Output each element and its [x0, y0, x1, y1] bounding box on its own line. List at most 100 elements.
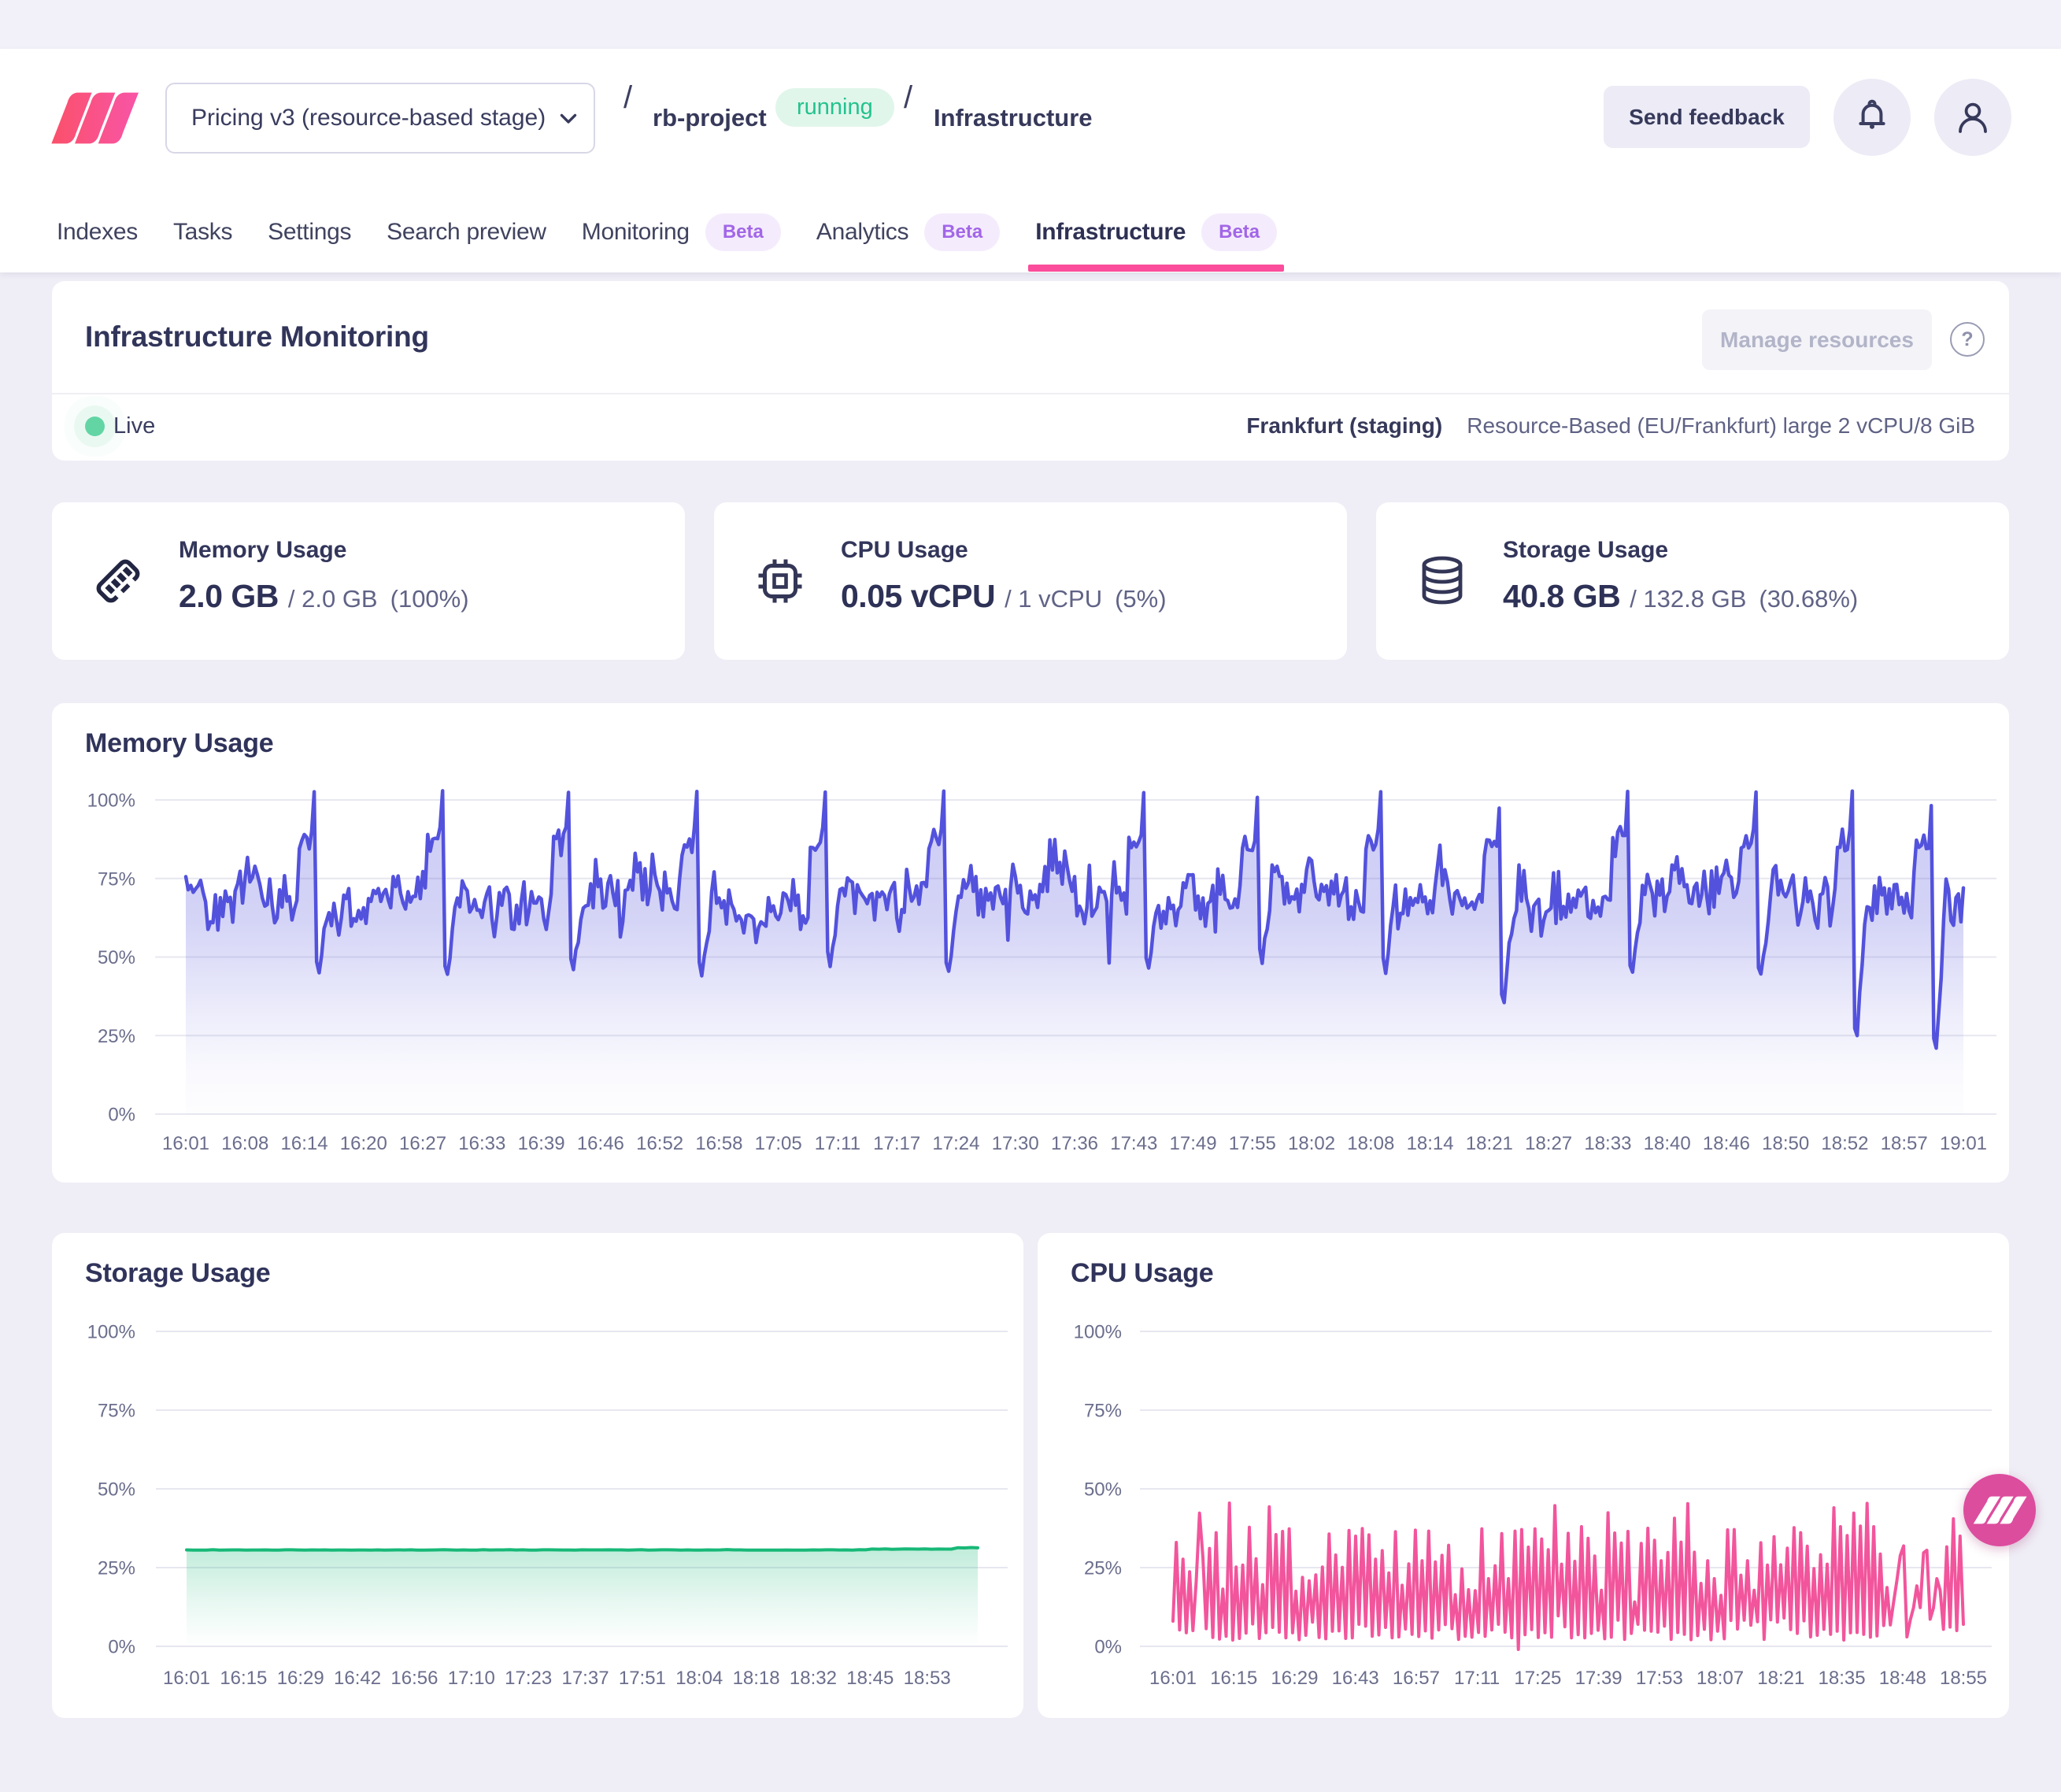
stat-total: / 1 vCPU	[1005, 585, 1102, 613]
svg-text:17:39: 17:39	[1575, 1668, 1623, 1689]
chevron-down-icon	[555, 105, 582, 131]
svg-text:18:33: 18:33	[1584, 1133, 1631, 1154]
beta-badge: Beta	[705, 213, 781, 251]
svg-text:17:10: 17:10	[448, 1668, 495, 1689]
stat-percent: (30.68%)	[1759, 585, 1858, 613]
svg-text:18:40: 18:40	[1644, 1133, 1691, 1154]
svg-text:18:57: 18:57	[1881, 1133, 1928, 1154]
infrastructure-monitoring-panel: Infrastructure Monitoring Manage resourc…	[52, 281, 2009, 461]
svg-text:18:14: 18:14	[1407, 1133, 1454, 1154]
svg-text:17:05: 17:05	[755, 1133, 802, 1154]
send-feedback-button[interactable]: Send feedback	[1604, 86, 1810, 148]
project-selector-value: Pricing v3 (resource-based stage)	[191, 105, 546, 131]
svg-text:17:53: 17:53	[1636, 1668, 1683, 1689]
stat-value: 0.05 vCPU	[841, 578, 995, 615]
svg-text:17:37: 17:37	[561, 1668, 609, 1689]
svg-text:0%: 0%	[108, 1105, 135, 1126]
svg-text:16:20: 16:20	[340, 1133, 387, 1154]
svg-text:16:29: 16:29	[1271, 1668, 1318, 1689]
svg-text:17:43: 17:43	[1110, 1133, 1157, 1154]
svg-text:17:51: 17:51	[619, 1668, 666, 1689]
storage-usage-stat-card: Storage Usage 40.8 GB / 132.8 GB (30.68%…	[1376, 502, 2009, 660]
status-badge: running	[775, 88, 894, 127]
svg-text:19:01: 19:01	[1940, 1133, 1987, 1154]
tab-analytics[interactable]: AnalyticsBeta	[816, 206, 1000, 272]
svg-text:16:33: 16:33	[458, 1133, 505, 1154]
svg-text:18:02: 18:02	[1288, 1133, 1335, 1154]
cpu-usage-chart-card: CPU Usage 100%75%50%25%0%16:0116:1516:29…	[1038, 1233, 2009, 1718]
manage-resources-button[interactable]: Manage resources	[1702, 309, 1932, 370]
page-title: Infrastructure Monitoring	[85, 320, 429, 354]
svg-text:17:24: 17:24	[932, 1133, 979, 1154]
stat-value: 2.0 GB	[179, 578, 279, 615]
project-selector[interactable]: Pricing v3 (resource-based stage)	[165, 83, 595, 154]
tab-bar: Indexes Tasks Settings Search preview Mo…	[57, 206, 1312, 272]
cpu-usage-stat-card: CPU Usage 0.05 vCPU / 1 vCPU (5%)	[714, 502, 1347, 660]
svg-text:17:17: 17:17	[873, 1133, 920, 1154]
tab-tasks[interactable]: Tasks	[173, 206, 232, 272]
tab-settings[interactable]: Settings	[268, 206, 351, 272]
svg-text:25%: 25%	[98, 1026, 135, 1047]
svg-text:18:04: 18:04	[675, 1668, 723, 1689]
stat-value: 40.8 GB	[1503, 578, 1620, 615]
svg-text:100%: 100%	[1074, 1322, 1122, 1343]
stat-percent: (5%)	[1115, 585, 1166, 613]
svg-text:100%: 100%	[87, 1322, 135, 1343]
memory-usage-chart-card: Memory Usage 100%75%50%25%0%16:0116:0816…	[52, 703, 2009, 1183]
cpu-icon	[753, 554, 807, 608]
cpu-usage-chart: 100%75%50%25%0%16:0116:1516:2916:4316:57…	[1038, 1233, 2009, 1718]
tab-indexes[interactable]: Indexes	[57, 206, 138, 272]
meilisearch-logo-icon	[50, 92, 139, 144]
svg-text:18:35: 18:35	[1819, 1668, 1866, 1689]
svg-text:16:15: 16:15	[1210, 1668, 1257, 1689]
tab-infrastructure[interactable]: InfrastructureBeta	[1035, 206, 1277, 272]
svg-text:100%: 100%	[87, 790, 135, 812]
beta-badge: Beta	[1201, 213, 1277, 251]
svg-text:18:52: 18:52	[1821, 1133, 1868, 1154]
chat-launcher-button[interactable]	[1963, 1474, 2036, 1546]
svg-text:17:11: 17:11	[1454, 1668, 1500, 1689]
svg-text:16:01: 16:01	[163, 1668, 210, 1689]
stat-total: / 2.0 GB	[288, 585, 378, 613]
stat-percent: (100%)	[390, 585, 469, 613]
account-button[interactable]	[1934, 79, 2011, 156]
svg-text:50%: 50%	[98, 1479, 135, 1501]
breadcrumb-project[interactable]: rb-project	[653, 104, 767, 132]
svg-text:16:43: 16:43	[1332, 1668, 1379, 1689]
stat-title: CPU Usage	[841, 537, 1167, 564]
top-strip	[0, 0, 2061, 49]
tab-monitoring[interactable]: MonitoringBeta	[582, 206, 781, 272]
svg-text:17:49: 17:49	[1170, 1133, 1217, 1154]
svg-text:16:56: 16:56	[390, 1668, 438, 1689]
svg-text:16:08: 16:08	[221, 1133, 268, 1154]
live-status-row: Live Frankfurt (staging) Resource-Based …	[52, 393, 2009, 461]
svg-text:17:55: 17:55	[1229, 1133, 1276, 1154]
plan-label: Resource-Based (EU/Frankfurt) large 2 vC…	[1467, 413, 1975, 439]
region-label: Frankfurt (staging)	[1246, 413, 1442, 439]
tab-search-preview[interactable]: Search preview	[387, 206, 546, 272]
help-icon[interactable]: ?	[1950, 322, 1985, 357]
breadcrumb-page: Infrastructure	[934, 104, 1093, 132]
stat-title: Storage Usage	[1503, 537, 1858, 564]
svg-text:18:48: 18:48	[1879, 1668, 1926, 1689]
svg-text:18:07: 18:07	[1697, 1668, 1744, 1689]
svg-text:18:21: 18:21	[1466, 1133, 1513, 1154]
bell-icon	[1853, 98, 1891, 136]
stat-total: / 132.8 GB	[1630, 585, 1746, 613]
svg-text:0%: 0%	[1094, 1637, 1122, 1658]
logo[interactable]	[50, 92, 139, 148]
svg-text:18:27: 18:27	[1525, 1133, 1572, 1154]
svg-text:16:39: 16:39	[518, 1133, 565, 1154]
svg-text:18:55: 18:55	[1940, 1668, 1987, 1689]
svg-text:16:57: 16:57	[1393, 1668, 1440, 1689]
svg-text:17:30: 17:30	[992, 1133, 1039, 1154]
svg-text:0%: 0%	[108, 1637, 135, 1658]
breadcrumb-separator: /	[904, 80, 912, 116]
svg-text:16:15: 16:15	[220, 1668, 267, 1689]
svg-text:16:58: 16:58	[695, 1133, 742, 1154]
live-status-label: Live	[113, 413, 155, 439]
svg-text:75%: 75%	[1084, 1401, 1122, 1422]
storage-usage-chart: 100%75%50%25%0%16:0116:1516:2916:4216:56…	[52, 1233, 1023, 1718]
live-status-dot	[85, 417, 105, 436]
notifications-button[interactable]	[1833, 79, 1911, 156]
